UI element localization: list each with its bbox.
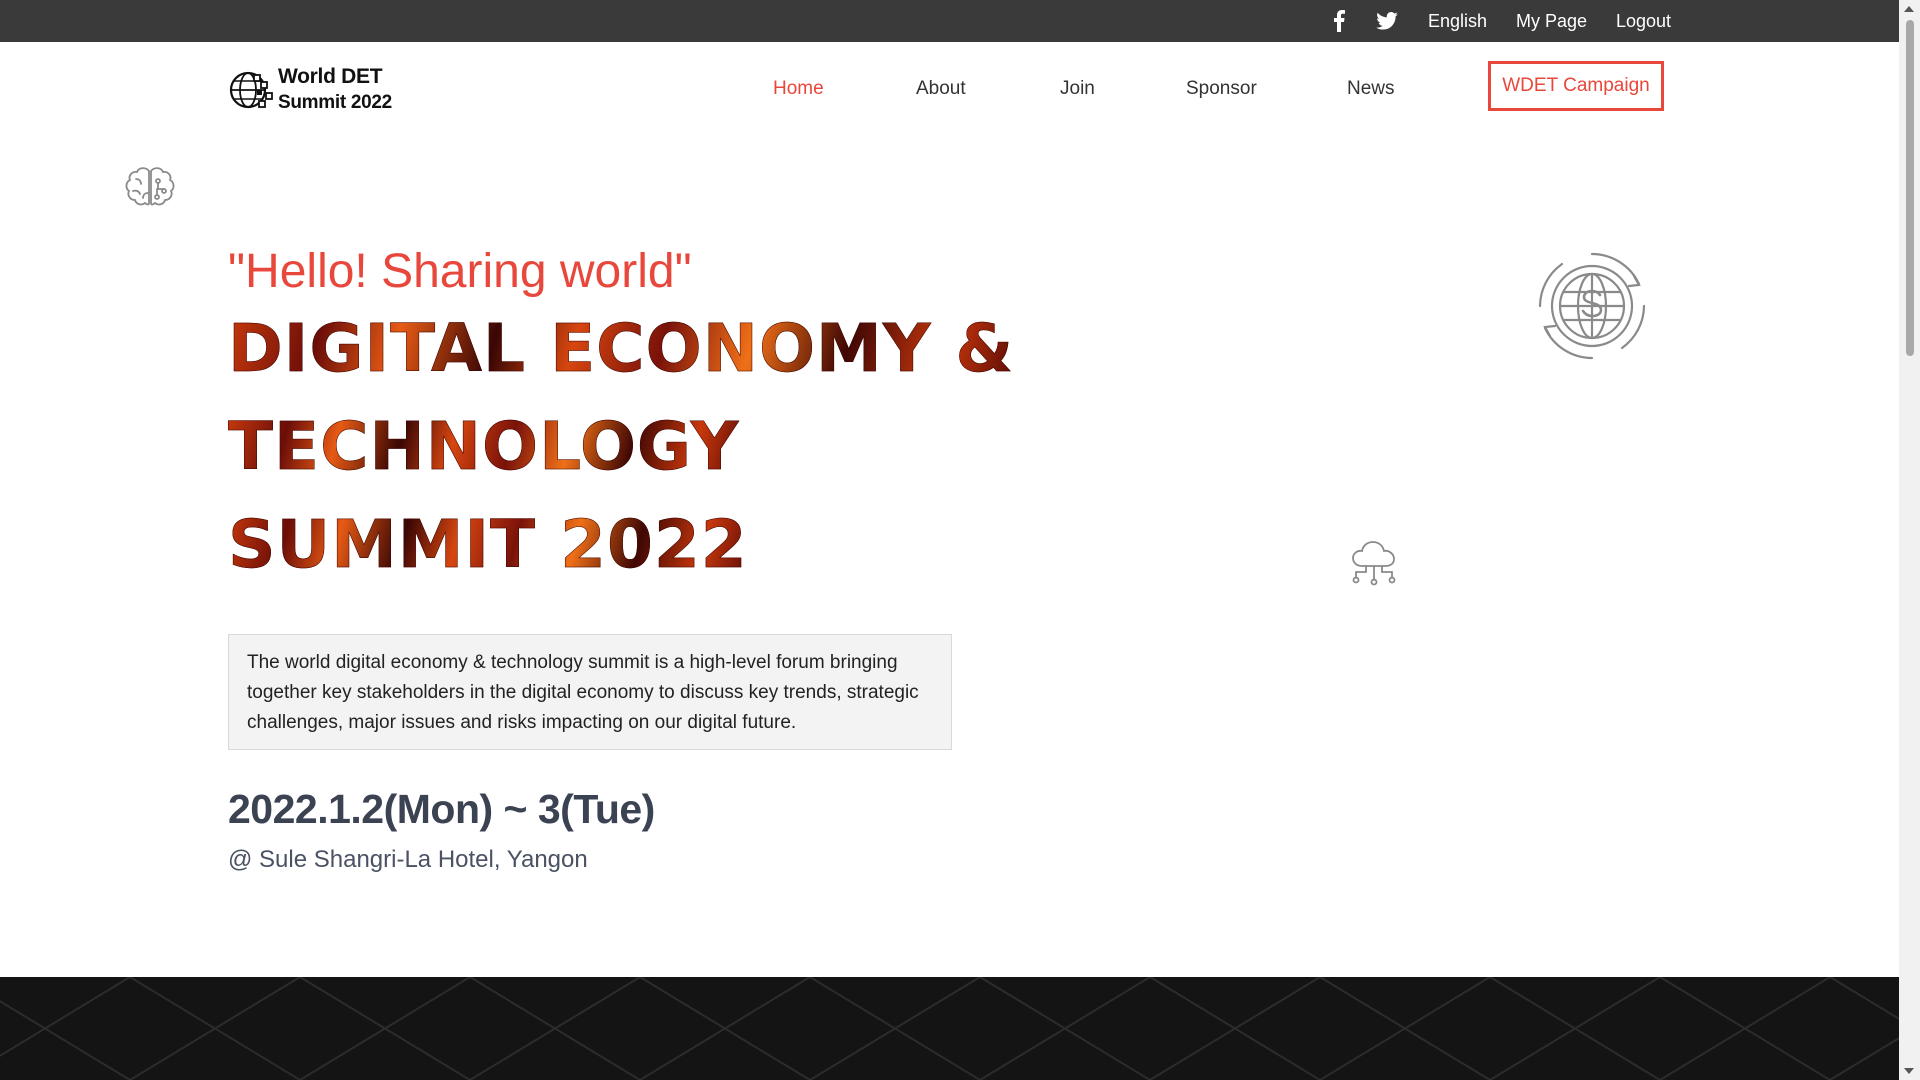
scroll-down-arrow-icon[interactable] (1904, 1068, 1914, 1074)
logo-text: World DET Summit 2022 (278, 64, 418, 116)
summit-description: The world digital economy & technology s… (228, 634, 952, 750)
globe-pixel-logo-icon (229, 71, 273, 109)
brain-icon (125, 167, 175, 206)
hero-tagline: "Hello! Sharing world" (228, 245, 692, 298)
scroll-up-arrow-icon[interactable] (1904, 6, 1914, 12)
nav-sponsor[interactable]: Sponsor (1186, 78, 1257, 100)
event-venue: @ Sule Shangri-La Hotel, Yangon (228, 846, 588, 873)
nav-home[interactable]: Home (773, 78, 824, 100)
logout-link[interactable]: Logout (1616, 0, 1671, 42)
cloud-network-icon (1352, 541, 1396, 586)
hero-title-line-1: DIGITAL ECONOMY & (228, 310, 1015, 388)
twitter-icon[interactable] (1376, 10, 1398, 32)
page-scrollbar[interactable] (1899, 0, 1920, 1080)
nav-join[interactable]: Join (1060, 78, 1095, 100)
globe-dollar-icon (1538, 252, 1646, 360)
scroll-thumb[interactable] (1906, 20, 1914, 356)
hero-title-line-3: SUMMIT 2022 (228, 506, 748, 584)
nav-about[interactable]: About (916, 78, 966, 100)
my-page-link[interactable]: My Page (1516, 0, 1587, 42)
language-selector[interactable]: English (1428, 0, 1487, 42)
nav-wdet-campaign[interactable]: WDET Campaign (1488, 61, 1664, 111)
logo-line-2: Summit 2022 (278, 92, 392, 113)
nav-news[interactable]: News (1347, 78, 1395, 100)
logo-line-1: World DET (278, 65, 383, 88)
event-date: 2022.1.2(Mon) ~ 3(Tue) (228, 786, 655, 832)
facebook-icon[interactable] (1333, 10, 1345, 32)
hero-title-line-2: TECHNOLOGY (228, 408, 740, 486)
top-utility-bar: English My Page Logout (0, 0, 1899, 42)
dark-section-band (0, 977, 1899, 1080)
diamond-pattern-background (0, 977, 1899, 1080)
